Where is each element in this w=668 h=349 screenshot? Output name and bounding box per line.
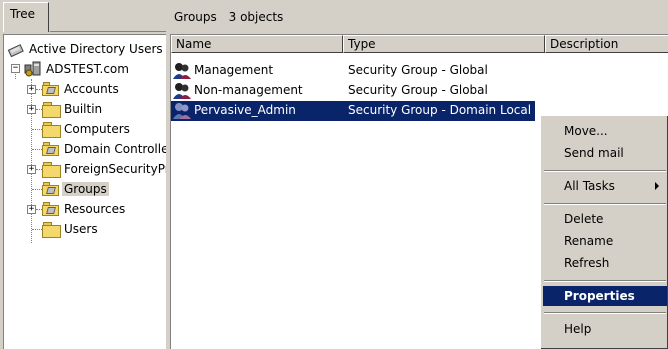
results-header: Groups 3 objects [166,2,668,34]
folder-icon [42,122,61,138]
tree-item-label: ForeignSecurityPrincipals [64,162,166,176]
menu-item-rename[interactable]: Rename [543,231,667,251]
security-group-icon [172,82,192,100]
security-group-icon [172,62,192,80]
tree-connector [32,189,42,190]
tree-item-label: Domain Controllers [64,142,166,156]
tree-item-ad-root[interactable]: Active Directory Users and Computers [7,39,166,59]
menu-item-label: All Tasks [564,179,615,193]
menu-item-label: Refresh [564,256,610,270]
folder-icon [42,222,61,238]
menu-item-delete[interactable]: Delete [543,209,667,229]
expand-icon[interactable]: + [27,165,36,174]
tree-item-label: Computers [64,122,130,136]
tree-item-computers[interactable]: Computers [42,119,130,139]
cell-name: Non-management [194,83,303,97]
menu-item-label: Send mail [564,146,624,160]
tree-item-domain-controllers[interactable]: Domain Controllers [42,139,166,159]
column-header-label: Name [176,37,212,51]
tree-connector [32,229,42,230]
table-row[interactable]: Management Security Group - Global [171,61,668,81]
menu-separator [544,170,666,172]
submenu-arrow-icon [655,182,659,190]
domain-icon [24,61,42,77]
column-header-type[interactable]: Type [343,35,545,53]
menu-item-move[interactable]: Move... [543,121,667,141]
expand-icon[interactable]: + [27,105,36,114]
context-menu: Move... Send mail All Tasks Delete Renam… [540,115,668,349]
tree-tab-strip: Tree [0,0,166,34]
column-header-label: Description [550,37,619,51]
tree-item-label: Builtin [64,102,103,116]
menu-item-all-tasks[interactable]: All Tasks [543,176,667,196]
tree-item-groups[interactable]: Groups [42,179,109,199]
expand-icon[interactable]: + [27,205,36,214]
folder-icon [42,102,61,118]
folder-icon [42,162,61,178]
menu-item-help[interactable]: Help [543,319,667,339]
tree-item-label: ADSTEST.com [46,62,129,76]
column-header-name[interactable]: Name [171,35,343,53]
tree-item-foreign-security-principals[interactable]: ForeignSecurityPrincipals [42,159,166,179]
tab-tree[interactable]: Tree [3,2,49,32]
cell-name: Management [194,63,274,77]
tree-item-label: Accounts [64,82,119,96]
tree-item-label: Groups [62,182,109,196]
table-row[interactable]: Non-management Security Group - Global [171,81,668,101]
menu-item-send-mail[interactable]: Send mail [543,143,667,163]
results-count: 3 objects [228,10,284,24]
menu-item-properties[interactable]: Properties [543,286,667,306]
menu-item-label: Properties [564,289,635,303]
tab-tree-label: Tree [10,7,36,21]
menu-item-label: Move... [564,124,608,138]
column-header-description[interactable]: Description [545,35,668,53]
column-header-label: Type [348,37,376,51]
tree-item-label: Users [64,222,98,236]
cell-type: Security Group - Global [348,63,488,77]
tree-item-domain[interactable]: ADSTEST.com [24,59,129,79]
security-group-icon [172,102,192,120]
tree-connector [32,149,42,150]
collapse-icon[interactable]: − [11,64,20,73]
tree-item-builtin[interactable]: Builtin [42,99,102,119]
cell-type: Security Group - Domain Local [348,103,532,117]
expand-icon[interactable]: + [27,85,36,94]
menu-item-label: Rename [564,234,614,248]
ou-icon [42,202,60,216]
tree-item-resources[interactable]: Resources [42,199,125,219]
ou-icon [42,142,60,156]
cell-name: Pervasive_Admin [194,103,296,117]
results-title: Groups [174,10,217,24]
menu-separator [544,312,666,314]
tree-item-label: Resources [64,202,126,216]
tree-item-users[interactable]: Users [42,219,98,239]
ou-icon [42,182,60,196]
menu-item-refresh[interactable]: Refresh [543,253,667,273]
tree-item-label: Active Directory Users and Computers [29,42,166,56]
tree-connector [32,129,42,130]
menu-item-label: Delete [564,212,604,226]
tree-item-accounts[interactable]: Accounts [42,79,119,99]
menu-separator [544,203,666,205]
ad-snapin-icon [7,41,25,58]
cell-type: Security Group - Global [348,83,488,97]
tab-strip-filler [50,2,166,32]
console-tree[interactable]: Active Directory Users and Computers − A… [3,34,166,349]
menu-separator [544,280,666,282]
ou-icon [42,82,60,96]
menu-item-label: Help [564,322,592,336]
